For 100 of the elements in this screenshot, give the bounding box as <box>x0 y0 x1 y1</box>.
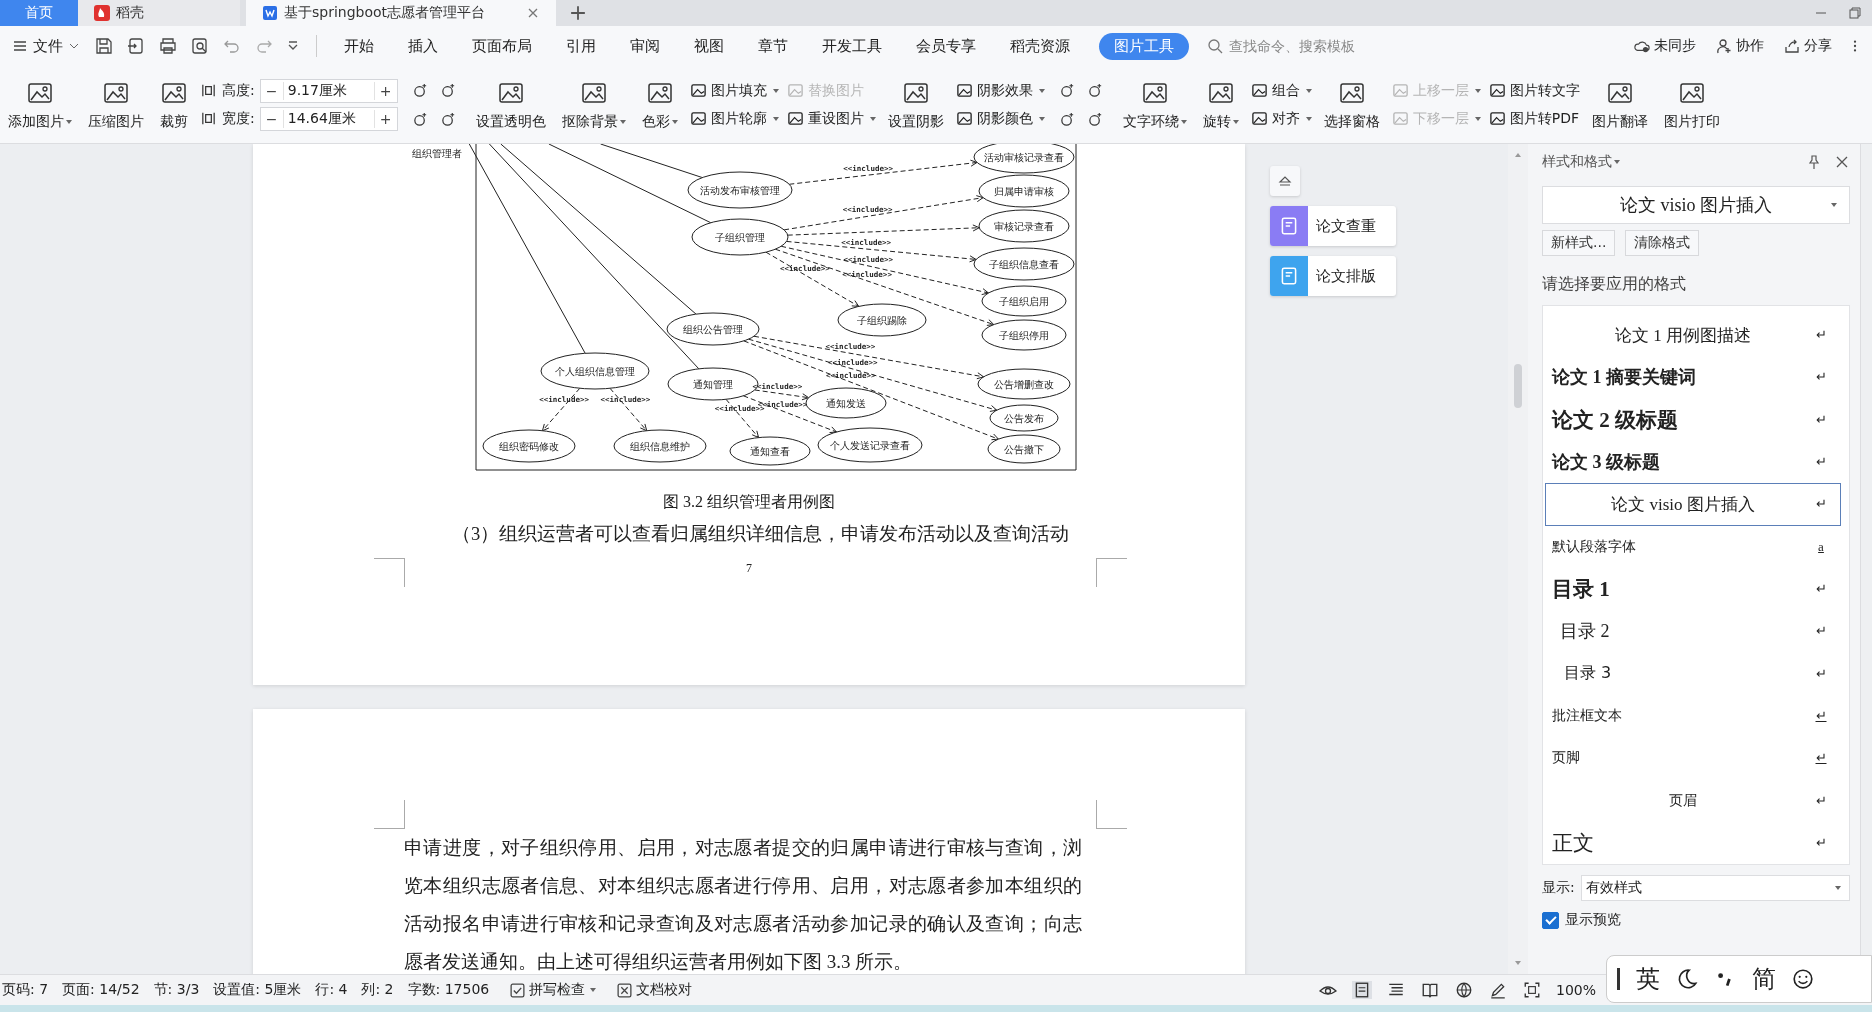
ribbon-button[interactable]: 图片翻译 <box>1587 66 1652 143</box>
close-icon[interactable] <box>526 6 540 20</box>
ribbon-button[interactable]: 添加图片 <box>4 66 76 143</box>
status-item: 设置值: 5厘米 <box>213 981 302 999</box>
flame-logo-icon <box>94 5 110 21</box>
search-icon <box>1207 38 1223 54</box>
ribbon-tab[interactable]: 稻壳资源 <box>995 32 1085 60</box>
preview-icon[interactable] <box>190 36 210 56</box>
size-label: 宽度: <box>222 109 255 128</box>
ribbon-button[interactable]: 图片轮廓 <box>689 109 779 128</box>
ribbon-button[interactable]: 图片填充 <box>689 81 779 100</box>
panel-title[interactable]: 样式和格式 <box>1542 153 1620 171</box>
new-tab-icon[interactable] <box>570 5 586 21</box>
status-item: 节: 3/3 <box>153 981 200 999</box>
use-case: 子组织管理 <box>691 218 789 256</box>
style-item[interactable]: 页脚 ↵ <box>1545 737 1841 780</box>
adjust-icon[interactable] <box>439 110 457 128</box>
style-item[interactable]: 论文 visio 图片插入 ↵ <box>1545 483 1841 526</box>
checkbox[interactable] <box>1542 911 1559 929</box>
proofread-button[interactable]: 文档校对 <box>616 981 693 999</box>
show-dropdown[interactable]: 有效样式 <box>1580 875 1850 901</box>
adjust-icon[interactable] <box>1058 81 1076 99</box>
pin-icon[interactable] <box>1806 154 1822 170</box>
ribbon-button[interactable]: 裁剪 <box>156 66 192 143</box>
side-tool-button[interactable]: 论文排版 <box>1270 256 1396 296</box>
export-icon[interactable] <box>126 36 146 56</box>
ribbon-button[interactable]: 旋转 <box>1198 66 1243 143</box>
style-item[interactable]: 论文 1 摘要关键词 ↵ <box>1545 356 1841 399</box>
ribbon-button[interactable]: 对齐 <box>1250 109 1312 128</box>
ribbon-tab[interactable]: 页面布局 <box>457 32 547 60</box>
print-icon[interactable] <box>158 36 178 56</box>
use-case: 活动发布审核管理 <box>687 171 793 209</box>
style-dropdown[interactable]: 论文 visio 图片插入 <box>1542 186 1850 224</box>
ribbon-button[interactable]: 图片打印 <box>1659 66 1724 143</box>
zoom-level[interactable]: 100% <box>1555 982 1596 998</box>
adjust-icon[interactable] <box>1086 81 1104 99</box>
ribbon-tab[interactable]: 会员专享 <box>901 32 991 60</box>
ribbon-button[interactable]: 设置透明色 <box>471 66 550 143</box>
spell-check-button[interactable]: 拼写检查 <box>509 981 597 999</box>
restore-icon[interactable] <box>1848 6 1862 20</box>
style-item[interactable]: 批注框文本 ↵ <box>1545 694 1841 738</box>
side-tool-button[interactable]: 论文查重 <box>1270 206 1396 246</box>
emoji-icon[interactable] <box>1792 968 1814 990</box>
ribbon-tab[interactable]: 视图 <box>679 32 739 60</box>
ribbon-button[interactable]: 设置阴影 <box>883 66 948 143</box>
command-search-field[interactable]: 查找命令、搜索模板 <box>1207 37 1407 55</box>
style-item[interactable]: 目录 1 ↵ <box>1545 567 1841 611</box>
ribbon-tab[interactable]: 引用 <box>551 32 611 60</box>
toolbar-action[interactable]: 分享 <box>1784 37 1832 55</box>
ribbon-button[interactable]: 组合 <box>1250 81 1312 100</box>
file-menu[interactable]: 文件 <box>6 36 86 56</box>
status-item: 页码: 7 <box>2 981 49 999</box>
style-item[interactable]: 论文 3 级标题 ↵ <box>1545 440 1841 484</box>
image-icon <box>786 82 804 99</box>
page-view-icon[interactable] <box>1351 981 1372 999</box>
ribbon-button[interactable]: 图片转PDF <box>1488 109 1580 128</box>
window-tab[interactable]: 基于springboot志愿者管理平台 <box>246 0 556 26</box>
ime-script-button[interactable]: 简 <box>1752 963 1776 995</box>
save-icon[interactable] <box>94 36 114 56</box>
style-item[interactable]: 目录 3 ↵ <box>1545 652 1841 695</box>
adjust-icon[interactable] <box>439 81 457 99</box>
window-tab[interactable]: 稻壳 <box>78 0 240 26</box>
style-item[interactable]: 论文 1 用例图描述 ↵ <box>1545 314 1841 357</box>
scrollbar-thumb[interactable] <box>1514 364 1522 408</box>
close-icon[interactable] <box>1834 154 1850 170</box>
adjust-icon[interactable] <box>411 110 429 128</box>
moon-icon[interactable] <box>1676 968 1698 990</box>
size-field[interactable]: − 9.17厘米 + <box>259 78 398 103</box>
ime-language-button[interactable]: 英 <box>1636 963 1660 995</box>
style-item[interactable]: 页眉 ↵ <box>1545 779 1841 822</box>
adjust-icon[interactable] <box>1086 110 1104 128</box>
panel-button[interactable]: 清除格式 <box>1625 230 1700 256</box>
toolbar-action[interactable]: 协作 <box>1716 37 1764 55</box>
style-item[interactable]: 论文 2 级标题 ↵ <box>1545 398 1841 441</box>
ribbon-tab[interactable]: 开发工具 <box>807 32 897 60</box>
ribbon-button[interactable]: 阴影效果 <box>955 81 1045 100</box>
ribbon-button[interactable]: 阴影颜色 <box>955 109 1045 128</box>
ribbon-button[interactable]: 重设图片 <box>786 109 876 128</box>
ribbon-button[interactable]: 选择窗格 <box>1319 66 1384 143</box>
ribbon-button[interactable]: 压缩图片 <box>84 66 148 143</box>
checkbox-icon <box>509 981 527 999</box>
ribbon-tab[interactable]: 章节 <box>743 32 803 60</box>
size-field[interactable]: − 14.64厘米 + <box>259 106 398 131</box>
panel-button[interactable]: 新样式... <box>1542 230 1616 256</box>
ribbon-tab[interactable]: 插入 <box>393 32 453 60</box>
style-item[interactable]: 正文 ↵ <box>1545 821 1841 865</box>
ribbon-tab[interactable]: 开始 <box>329 32 389 60</box>
use-case: 子组织踢除 <box>837 303 927 337</box>
style-item[interactable]: 目录 2 ↵ <box>1545 610 1841 653</box>
ribbon-button[interactable]: 色彩 <box>637 66 682 143</box>
ribbon-tab[interactable]: 审阅 <box>615 32 675 60</box>
window-tab[interactable]: 首页 <box>0 0 78 26</box>
ribbon-button[interactable]: 图片转文字 <box>1488 81 1580 100</box>
style-item[interactable]: 默认段落字体 a <box>1545 525 1841 568</box>
ribbon-button[interactable]: 抠除背景 <box>557 66 630 143</box>
ribbon-button[interactable]: 文字环绕 <box>1118 66 1191 143</box>
adjust-icon[interactable] <box>1058 110 1076 128</box>
adjust-icon[interactable] <box>411 81 429 99</box>
ribbon-tab[interactable]: 图片工具 <box>1099 32 1189 60</box>
toolbar-action[interactable]: 未同步 <box>1634 37 1696 55</box>
